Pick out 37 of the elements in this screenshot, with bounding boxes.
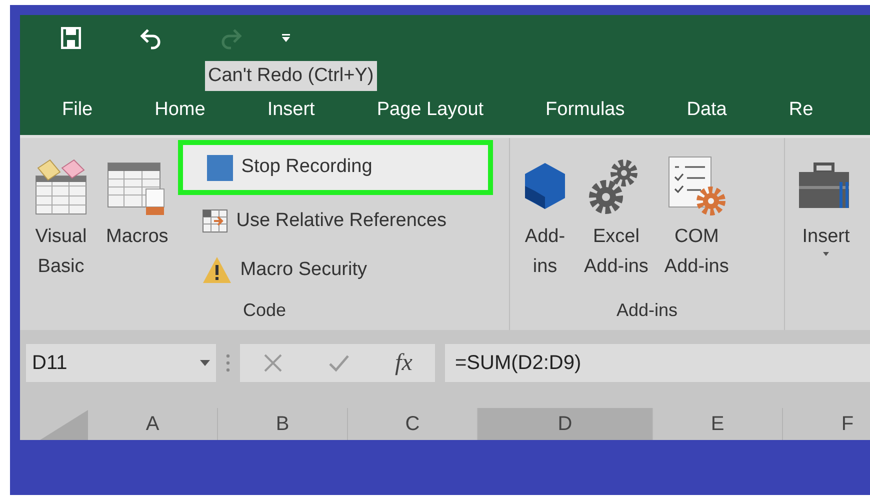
column-header[interactable]: F <box>783 408 870 440</box>
ribbon-tab[interactable]: Data <box>686 98 727 122</box>
ribbon-button[interactable]: Visual Basic <box>28 138 94 298</box>
name-box[interactable]: D11 <box>26 344 216 382</box>
stop-square-icon <box>207 154 234 180</box>
cancel-icon[interactable] <box>262 352 283 372</box>
ribbon-tab[interactable]: Page Layout <box>376 98 484 122</box>
ribbon-tab[interactable]: Formulas <box>546 98 625 122</box>
column-header[interactable]: D <box>478 408 653 440</box>
ribbon-tab[interactable]: Re <box>788 98 814 122</box>
column-header[interactable]: A <box>88 408 218 440</box>
ribbon-button[interactable]: Add- ins <box>518 138 572 298</box>
ribbon-small-button[interactable]: Macro Security <box>180 247 496 293</box>
column-header[interactable]: E <box>653 408 783 440</box>
dropdown-caret-icon <box>200 360 210 366</box>
dropdown-caret-icon[interactable] <box>281 32 291 42</box>
grid-arrow-icon <box>202 209 228 233</box>
ribbon-small-button[interactable]: Stop Recording <box>178 140 494 195</box>
ribbon-tab[interactable]: Insert <box>267 98 315 122</box>
ribbon-button[interactable]: Insert <box>793 138 859 298</box>
ribbon-button[interactable]: Macros <box>102 138 172 298</box>
warning-icon <box>202 256 232 284</box>
check-icon[interactable] <box>328 352 350 372</box>
ribbon-button[interactable]: COM Add-ins <box>660 138 733 298</box>
select-all-corner[interactable] <box>40 410 88 440</box>
function-button[interactable]: fx <box>395 344 412 380</box>
column-header[interactable]: B <box>218 408 348 440</box>
ribbon-tab[interactable]: File <box>62 98 93 122</box>
tooltip: Can't Redo (Ctrl+Y) <box>205 61 377 91</box>
save-icon[interactable] <box>61 26 81 48</box>
group-label: Add-ins <box>616 299 678 322</box>
ribbon-tab[interactable]: Home <box>154 98 206 122</box>
grip-icon <box>226 354 230 372</box>
ribbon-small-button[interactable]: Use Relative References <box>180 198 496 244</box>
formula-field[interactable]: =SUM(D2:D9) <box>445 344 870 382</box>
ribbon-button[interactable]: Excel Add-ins <box>580 138 652 298</box>
group-label: Code <box>242 299 286 322</box>
